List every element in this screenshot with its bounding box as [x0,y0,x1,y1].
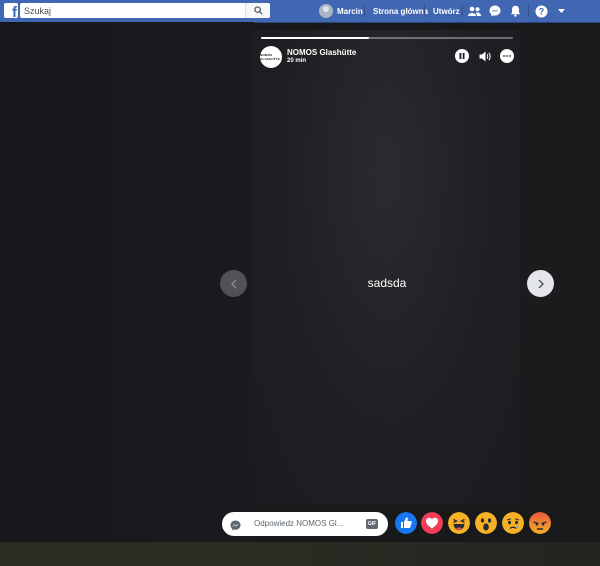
story-timestamp: 20 min [287,58,307,64]
story-viewer[interactable]: NOMOS GLASHÜTTE NOMOS Glashütte 20 min s… [254,30,520,504]
story-page-name[interactable]: NOMOS Glashütte [287,48,356,57]
wow-reaction-icon[interactable] [475,512,497,534]
account-menu-chevron-down-icon[interactable] [554,4,568,18]
story-progress-fill [261,37,370,39]
facebook-logo-icon[interactable]: f [4,3,18,18]
chevron-left-icon [230,279,236,288]
home-link[interactable]: Strona główna [373,0,428,22]
profile-name: Marcin [337,6,363,16]
notifications-bell-icon[interactable] [508,4,522,18]
speaker-icon [479,51,491,61]
more-dots-icon [503,55,511,57]
volume-button[interactable] [478,49,492,63]
top-navigation-bar: f Szukaj Marcin Strona główna Utwórz ? [0,0,600,23]
help-icon[interactable]: ? [534,4,548,18]
reply-placeholder: Odpowiedz NOMOS Gl... [254,519,344,528]
friend-requests-icon[interactable] [467,4,481,18]
profile-link[interactable]: Marcin [319,0,363,22]
create-label: Utwórz [433,6,460,16]
create-link[interactable]: Utwórz [433,0,460,22]
search-box[interactable]: Szukaj [20,3,270,18]
story-page-avatar[interactable]: NOMOS GLASHÜTTE [260,46,282,68]
search-input[interactable]: Szukaj [20,6,245,16]
story-progress-bar [261,37,513,39]
pause-icon [459,53,465,59]
more-options-button[interactable] [500,49,514,63]
angry-reaction-icon[interactable] [529,512,551,534]
search-icon [253,6,263,15]
pause-button[interactable] [455,49,469,63]
home-label: Strona główna [373,6,429,16]
nav-separator-1 [364,0,365,22]
svg-text:?: ? [538,6,544,16]
next-story-button[interactable] [527,270,554,297]
reply-input[interactable]: Odpowiedz NOMOS Gl... GIF [222,512,388,536]
story-content-text: sadsda [367,276,407,290]
nav-separator-4 [528,0,529,22]
messenger-icon[interactable] [488,4,502,18]
gif-button[interactable]: GIF [366,519,378,529]
nav-separator-2 [424,0,425,22]
background-bottom-strip [0,542,600,566]
nav-separator-3 [462,0,463,22]
sad-reaction-icon[interactable] [502,512,524,534]
like-reaction-icon[interactable] [395,512,417,534]
avatar-logo-text: NOMOS GLASHÜTTE [260,53,281,61]
avatar [319,4,333,18]
search-button[interactable] [245,3,270,18]
background-left [0,22,254,542]
haha-reaction-icon[interactable] [448,512,470,534]
chevron-right-icon [538,279,544,288]
messenger-icon [230,518,241,536]
love-reaction-icon[interactable] [421,512,443,534]
previous-story-button[interactable] [220,270,247,297]
